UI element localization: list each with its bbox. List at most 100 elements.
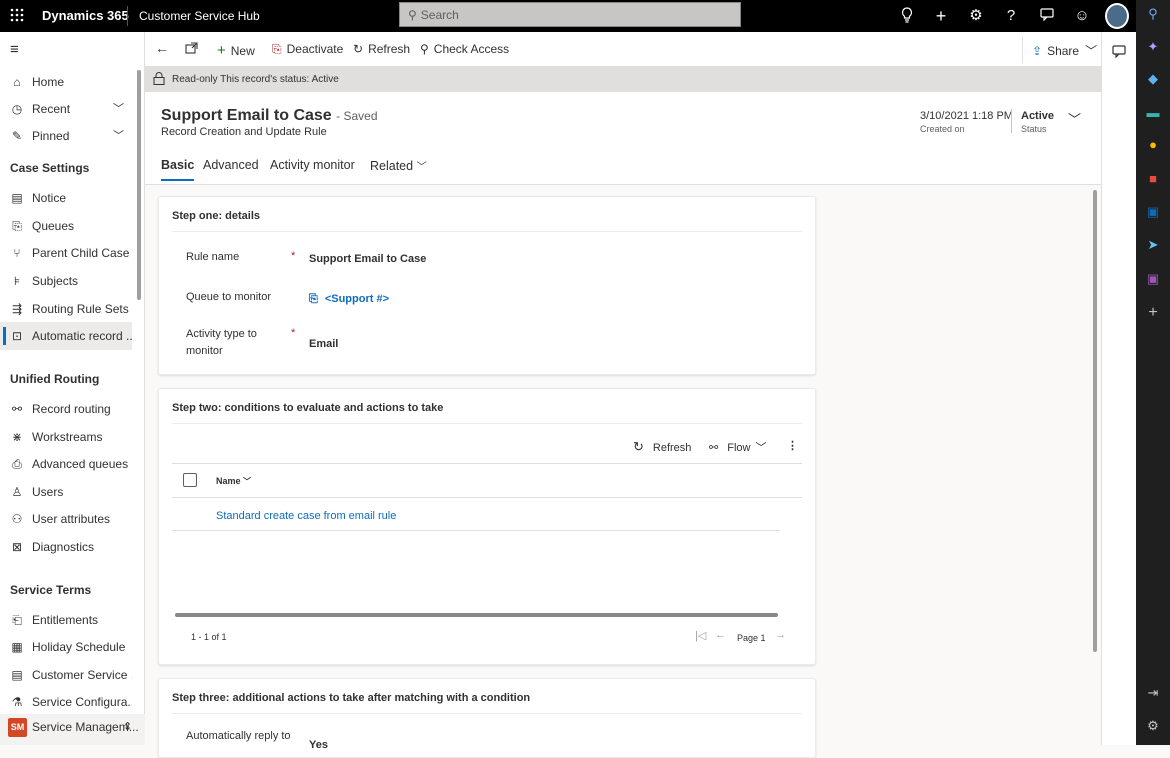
user-attributes-icon: ⚇ — [11, 512, 23, 526]
sidebar-item-label: Advanced queues — [32, 457, 129, 471]
tab-advanced[interactable]: Advanced — [203, 158, 259, 172]
sidebar-item-service-configuration[interactable]: ⚗ Service Configura... — [0, 688, 132, 716]
required-indicator: * — [291, 250, 296, 262]
more-options-icon[interactable]: ⋮ — [787, 439, 798, 452]
queue-lookup-link[interactable]: ⎘ <Support #> — [309, 293, 389, 306]
open-new-window-icon[interactable] — [185, 42, 198, 57]
app-name[interactable]: Customer Service Hub — [139, 9, 260, 23]
sidebar-item-customer-service[interactable]: ▤ Customer Service ... — [0, 661, 132, 689]
share-icon: ⇪ — [1032, 44, 1043, 58]
readonly-text: Read-only This record's status: Active — [172, 74, 339, 85]
search-icon: ⚲ — [408, 8, 417, 22]
user-icon: ♙ — [11, 485, 23, 499]
sidebar-item-label: User attributes — [32, 512, 111, 526]
expand-panel-icon[interactable]: ⇥ — [1144, 684, 1162, 702]
chevron-down-icon[interactable]: ﹀ — [1068, 109, 1081, 128]
deactivate-button[interactable]: ⎘ Deactivate — [272, 42, 343, 57]
hamburger-icon[interactable]: ≡ — [10, 41, 19, 58]
advanced-queue-icon: ⎙ — [12, 457, 22, 471]
sidebar-item-holiday-schedule[interactable]: ▦ Holiday Schedule — [0, 633, 132, 661]
tab-basic[interactable]: Basic — [161, 158, 195, 181]
previous-page-icon[interactable]: ← — [715, 629, 726, 641]
first-page-icon[interactable]: |◁ — [695, 629, 706, 642]
diagnostics-icon: ⊠ — [11, 540, 23, 554]
sidebar-item-workstreams[interactable]: ⋇ Workstreams — [0, 423, 132, 451]
outlook-icon[interactable]: ▣ — [1144, 203, 1162, 221]
waffle-icon[interactable] — [10, 8, 24, 22]
sidebar-item-recent[interactable]: ◷ Recent ﹀ — [0, 95, 132, 123]
section-divider — [172, 231, 802, 232]
chevron-down-icon[interactable]: ﹀ — [113, 95, 124, 123]
select-all-checkbox[interactable] — [183, 473, 197, 487]
help-icon[interactable]: ? — [1002, 7, 1020, 25]
search-input[interactable]: ⚲ Search — [399, 2, 741, 27]
onenote-icon[interactable]: ▣ — [1144, 270, 1162, 288]
tab-activity-monitor[interactable]: Activity monitor — [270, 158, 355, 172]
section-divider — [172, 713, 802, 714]
status-value: Active — [1021, 110, 1055, 122]
sidebar-item-parent-child-case[interactable]: ⑂ Parent Child Case ... — [0, 239, 132, 267]
check-access-icon: ⚲ — [420, 42, 429, 56]
sidebar-item-user-attributes[interactable]: ⚇ User attributes — [0, 505, 132, 533]
flow-button[interactable]: ⚯ Flow ﹀ — [709, 439, 766, 455]
chat-icon[interactable] — [1038, 7, 1056, 25]
office-icon[interactable]: ■ — [1144, 170, 1162, 188]
tag-icon[interactable]: ◆ — [1144, 70, 1162, 88]
chevron-down-icon[interactable]: ﹀ — [113, 122, 124, 150]
column-header-name[interactable]: Name ﹀ — [216, 476, 251, 487]
sidebar-item-record-routing[interactable]: ⚯ Record routing — [0, 395, 132, 423]
sidebar-item-queues[interactable]: ⎘ Queues — [0, 212, 132, 240]
avatar[interactable] — [1105, 3, 1129, 29]
activity-type-field[interactable]: Email — [309, 338, 338, 350]
sidebar-item-home[interactable]: ⌂ Home — [0, 68, 132, 96]
send-icon[interactable]: ➤ — [1144, 236, 1162, 254]
sidebar-item-pinned[interactable]: ✎ Pinned ﹀ — [0, 122, 132, 150]
queue-value: <Support #> — [324, 293, 389, 305]
auto-reply-field[interactable]: Yes — [309, 739, 328, 751]
lightbulb-icon[interactable] — [898, 7, 916, 25]
conversation-icon[interactable] — [1112, 44, 1126, 61]
next-page-icon[interactable]: → — [775, 629, 786, 641]
main-scrollbar[interactable] — [1093, 190, 1097, 652]
people-icon[interactable]: ● — [1144, 136, 1162, 154]
workstream-icon: ⋇ — [11, 430, 23, 444]
plus-icon[interactable]: + — [932, 7, 950, 25]
settings-icon[interactable]: ⚙ — [1144, 717, 1162, 735]
sidebar-item-routing-rule-sets[interactable]: ⇶ Routing Rule Sets — [0, 295, 132, 323]
sidebar-item-label: Recent — [32, 102, 71, 116]
sidebar-item-subjects[interactable]: ⊧ Subjects — [0, 267, 132, 295]
briefcase-icon[interactable]: ▬ — [1144, 104, 1162, 122]
grid-refresh-button[interactable]: ↻ Refresh — [633, 439, 691, 455]
search-icon[interactable]: ⚲ — [1144, 5, 1162, 23]
horizontal-scrollbar[interactable] — [175, 613, 778, 617]
sidebar-item-diagnostics[interactable]: ⊠ Diagnostics — [0, 533, 132, 561]
add-app-icon[interactable]: + — [1144, 304, 1162, 322]
area-switcher[interactable]: SM Service Managem... ⇕ — [0, 714, 145, 745]
back-icon[interactable]: ← — [155, 40, 169, 56]
rule-name-field[interactable]: Support Email to Case — [309, 253, 426, 265]
sidebar-item-label: Holiday Schedule — [32, 640, 126, 654]
sidebar-item-entitlements[interactable]: ⎗ Entitlements — [0, 606, 132, 634]
tab-related[interactable]: Related ﹀ — [370, 158, 427, 173]
sidebar-item-label: Users — [32, 485, 64, 499]
check-access-button[interactable]: ⚲ Check Access — [420, 42, 509, 56]
table-row[interactable]: Standard create case from email rule — [216, 510, 396, 522]
new-button[interactable]: + New — [217, 42, 255, 59]
section-heading: Step three: additional actions to take a… — [172, 692, 531, 704]
refresh-button[interactable]: ↻ Refresh — [353, 42, 410, 56]
customer-service-icon: ▤ — [11, 668, 23, 682]
smiley-icon[interactable]: ☺ — [1073, 7, 1091, 25]
sidebar-item-users[interactable]: ♙ Users — [0, 478, 132, 506]
brand-title[interactable]: Dynamics 365 — [42, 8, 129, 23]
lock-icon — [153, 72, 165, 88]
sidebar-scrollbar[interactable] — [137, 70, 141, 300]
tab-related-label: Related — [370, 159, 414, 173]
deactivate-icon: ⎘ — [272, 42, 282, 56]
share-button[interactable]: ⇪ Share ﹀ — [1032, 42, 1097, 59]
sidebar-item-automatic-record[interactable]: ⊡ Automatic record ... — [0, 322, 132, 350]
sidebar-item-advanced-queues[interactable]: ⎙ Advanced queues — [0, 450, 132, 478]
settings-icon[interactable]: ⚙ — [967, 7, 985, 25]
sidebar-item-label: Record routing — [32, 402, 111, 416]
copilot-icon[interactable]: ✦ — [1144, 38, 1162, 56]
sidebar-item-notice[interactable]: ▤ Notice — [0, 184, 132, 212]
